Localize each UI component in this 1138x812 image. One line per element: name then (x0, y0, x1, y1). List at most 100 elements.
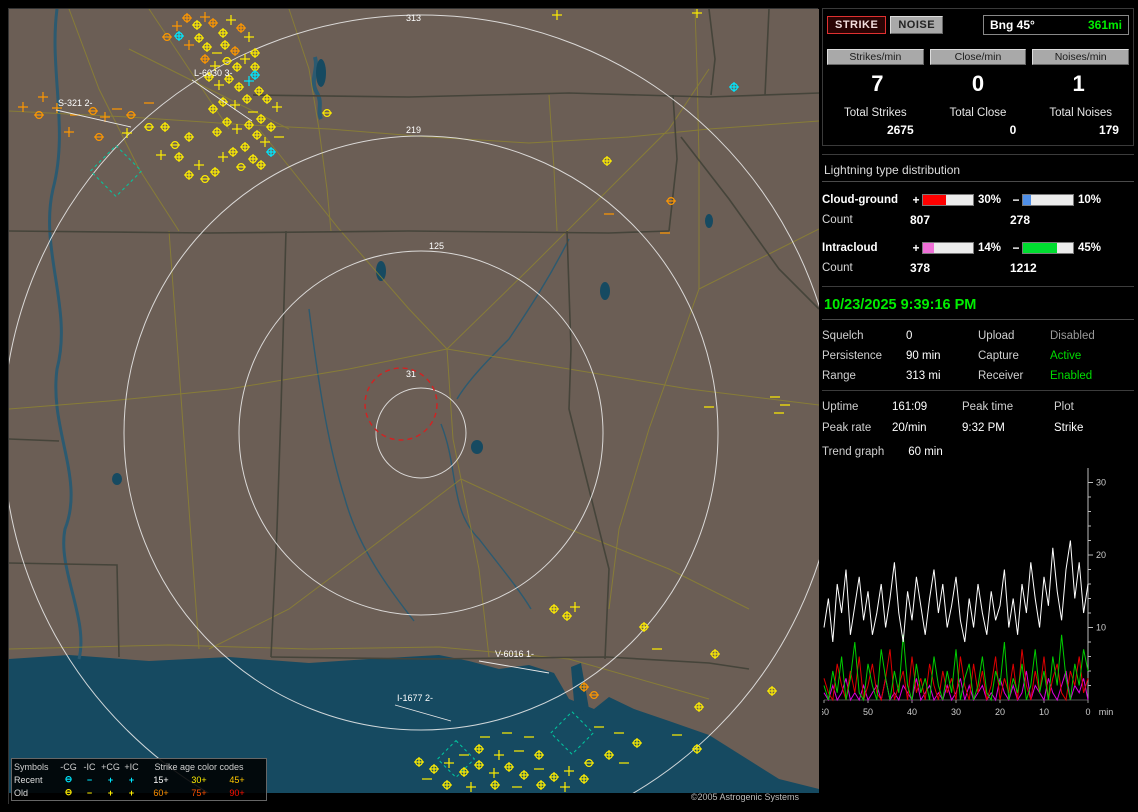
count-label: Count (822, 262, 853, 274)
age-30: 30+ (191, 774, 207, 785)
plus-sign: + (912, 241, 920, 255)
legend-col-cg-pos: +CG (101, 761, 120, 772)
close-per-min-value: 0 (971, 71, 985, 96)
uptime-label: Uptime (822, 401, 859, 413)
svg-text:I-1677 2-: I-1677 2- (397, 693, 433, 703)
ic-negative-pct: 45% (1078, 242, 1102, 254)
svg-text:S-321 2-: S-321 2- (58, 98, 93, 108)
svg-text:50: 50 (863, 707, 873, 717)
noises-per-min-button[interactable]: Noises/min (1032, 49, 1129, 65)
old-ic-pos-icon: + (128, 787, 135, 798)
ic-negative-bar (1022, 242, 1074, 254)
legend-old-row: Old ⊖ − + + 60+ 75+ 90+ (14, 786, 264, 799)
map-view[interactable]: 313 219 125 31 S-321 2- L-6030 3- V-6016 1- I-… (8, 8, 819, 805)
noises-per-min-value: 1 (1072, 71, 1085, 96)
old-ic-neg-icon: − (86, 787, 93, 798)
uptime-grid: Uptime 161:09 Peak time Plot Peak rate 2… (822, 401, 1134, 434)
plus-sign: + (912, 193, 920, 207)
svg-text:0: 0 (1085, 707, 1090, 717)
receiver-value: Enabled (1050, 370, 1093, 382)
legend-old-label: Old (14, 787, 29, 798)
peak-time-value: 9:32 PM (962, 422, 1005, 434)
age-75: 75+ (191, 787, 207, 798)
capture-value: Active (1050, 350, 1082, 362)
legend-col-ic-neg: -IC (83, 761, 96, 772)
recent-ic-pos-icon: + (128, 774, 135, 785)
system-section: 10/23/2025 9:39:16 PM Squelch 0 Upload D… (822, 293, 1134, 382)
peak-rate-value: 20/min (892, 422, 927, 434)
plot-label: Plot (1054, 401, 1074, 413)
capture-label: Capture (978, 350, 1019, 362)
divider (822, 286, 1134, 287)
persistence-label: Persistence (822, 350, 883, 362)
count-label: Count (822, 214, 853, 226)
legend-symbols-label: Symbols (14, 761, 49, 772)
recent-cg-neg-icon: ⊖ (64, 774, 73, 784)
total-noises-label: Total Noises (1049, 107, 1112, 119)
bearing-readout: Bng 45° 361mi (983, 15, 1129, 35)
total-noises-value: 179 (1098, 123, 1119, 137)
cg-negative-pct: 10% (1078, 194, 1102, 206)
trend-graph-label: Trend graph (822, 446, 885, 458)
legend-recent-row: Recent ⊖ − + + 15+ 30+ 45+ (14, 773, 264, 786)
legend-header: Symbols -CG -IC +CG +IC Strike age color… (14, 760, 264, 773)
persistence-value: 90 min (906, 350, 941, 362)
old-cg-pos-icon: + (107, 787, 114, 798)
svg-text:219: 219 (406, 125, 421, 135)
bearing-label: Bng 45° (990, 18, 1035, 32)
cg-negative-bar (1022, 194, 1074, 206)
trend-graph: 10 20 30 60 50 40 30 20 10 0 min (819, 464, 1132, 722)
settings-grid: Squelch 0 Upload Disabled Persistence 90… (822, 330, 1134, 382)
status-panel: STRIKE NOISE Bng 45° 361mi Strikes/min C… (819, 8, 1134, 804)
svg-text:60: 60 (822, 707, 829, 717)
ic-positive-pct: 14% (978, 242, 1002, 254)
receiver-label: Receiver (978, 370, 1024, 382)
svg-text:313: 313 (406, 13, 421, 23)
svg-text:min: min (1099, 707, 1114, 717)
trend-window-value: 60 min (908, 446, 943, 458)
recent-cg-pos-icon: + (107, 774, 114, 785)
map-legend: Symbols -CG -IC +CG +IC Strike age color… (11, 758, 267, 801)
peak-time-label: Peak time (962, 401, 1014, 413)
divider (822, 390, 1134, 391)
cg-positive-count: 807 (910, 213, 931, 227)
noise-indicator-button[interactable]: NOISE (890, 16, 944, 34)
svg-text:20: 20 (995, 707, 1005, 717)
cloud-ground-count-row: Count 807 278 (822, 210, 1134, 230)
intracloud-row: Intracloud + 14% − 45% (822, 238, 1134, 258)
strikes-per-min-value: 7 (871, 71, 884, 96)
age-15: 15+ (153, 774, 169, 785)
ic-positive-bar (922, 242, 974, 254)
distribution-section: Lightning type distribution Cloud-ground… (822, 161, 1134, 278)
peak-rate-label: Peak rate (822, 422, 872, 434)
age-90: 90+ (229, 787, 245, 798)
ic-negative-count: 1212 (1010, 261, 1037, 275)
legend-recent-label: Recent (14, 774, 43, 785)
divider (822, 154, 1134, 155)
svg-text:V-6016 1-: V-6016 1- (495, 649, 534, 659)
cloud-ground-row: Cloud-ground + 30% − 10% (822, 190, 1134, 210)
datetime-display: 10/23/2025 9:39:16 PM (822, 293, 1134, 320)
bearing-distance: 361mi (1087, 18, 1122, 32)
svg-text:40: 40 (907, 707, 917, 717)
svg-text:10: 10 (1039, 707, 1049, 717)
strikes-per-min-button[interactable]: Strikes/min (827, 49, 924, 65)
range-label: Range (822, 370, 856, 382)
strike-indicator-button[interactable]: STRIKE (827, 16, 887, 34)
intracloud-label: Intracloud (822, 242, 878, 254)
svg-text:10: 10 (1096, 623, 1106, 633)
legend-col-ic-pos: +IC (124, 761, 139, 772)
cloud-ground-label: Cloud-ground (822, 194, 899, 206)
counters-section: STRIKE NOISE Bng 45° 361mi Strikes/min C… (822, 8, 1134, 146)
cg-negative-count: 278 (1010, 213, 1031, 227)
svg-text:L-6030 3-: L-6030 3- (194, 68, 233, 78)
recent-ic-neg-icon: − (86, 774, 93, 785)
total-close-value: 0 (1009, 123, 1017, 137)
minus-sign: − (1012, 241, 1020, 255)
upload-value: Disabled (1050, 330, 1095, 342)
total-strikes-label: Total Strikes (844, 107, 907, 119)
svg-text:30: 30 (951, 707, 961, 717)
legend-col-cg-neg: -CG (60, 761, 77, 772)
cg-positive-bar (922, 194, 974, 206)
close-per-min-button[interactable]: Close/min (929, 49, 1027, 65)
